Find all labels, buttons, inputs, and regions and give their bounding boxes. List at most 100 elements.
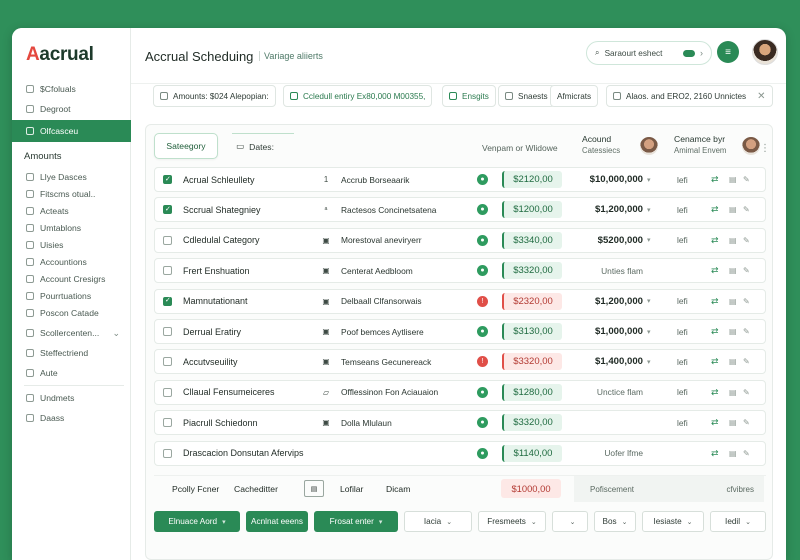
row-checkbox[interactable] — [163, 327, 172, 336]
sidebar-item[interactable]: Uisies — [26, 237, 63, 253]
search-field[interactable]: ⌕ Saraourt eshect › — [586, 41, 712, 65]
sidebar-item[interactable]: Acteats — [26, 203, 69, 219]
bottom-select[interactable]: Bos ⌄ — [594, 511, 636, 532]
doc-icon[interactable]: ▤ — [729, 350, 737, 373]
row-checkbox[interactable] — [163, 266, 172, 276]
filter-ensgits[interactable]: Ensgits — [442, 85, 496, 107]
sidebar-item-active[interactable]: Olfcasceu — [12, 120, 131, 142]
chevron-down-icon[interactable]: ▾ — [647, 168, 651, 191]
menu-button[interactable]: ≡ — [717, 41, 739, 63]
doc-icon[interactable]: ▤ — [729, 320, 737, 343]
table-row[interactable]: Acrual Schleullety 1 Accrub Borseaarik ● $21… — [154, 167, 766, 192]
row-checkbox[interactable] — [163, 296, 172, 306]
row-checkbox[interactable] — [163, 205, 172, 215]
table-row[interactable]: Accutvseuility ▣ Temseans Gecunereack! $332… — [154, 349, 766, 375]
sidebar-item-degroot[interactable]: Degroot — [26, 101, 71, 117]
sync-icon[interactable]: ⇄ — [711, 411, 719, 434]
sidebar-item-expandable[interactable]: Scollercenten... ⌄ — [26, 325, 120, 341]
more-icon[interactable]: ⋮ — [760, 143, 770, 154]
table-row[interactable]: Derrual Eratiry ▣ Poof bemces Aytlisere ● $3… — [154, 319, 766, 344]
doc-icon[interactable]: ▤ — [729, 411, 737, 434]
column-header-cename[interactable]: Cenamce byr Amimal Envem — [674, 133, 726, 157]
avatar[interactable] — [752, 39, 778, 65]
bottom-select[interactable]: Iacia ⌄ — [404, 511, 472, 532]
doc-icon[interactable]: ▤ — [729, 198, 737, 221]
edit-icon[interactable]: ✎ — [743, 259, 750, 282]
row-checkbox[interactable] — [163, 387, 172, 397]
sync-icon[interactable]: ⇄ — [711, 229, 719, 252]
sidebar-item[interactable]: Llye Dasces — [26, 169, 87, 185]
sidebar-item[interactable]: Fitscms otual.. — [26, 186, 95, 202]
bottom-button[interactable]: Elnuace Aord ▾ — [154, 511, 240, 532]
filter-date-range[interactable]: Alaos. and ERO2, 2160 Unnictes ✕ — [606, 85, 773, 107]
table-row[interactable]: Pcolly Fcner Cacheditter ▤ Lofilar Dicam… — [154, 475, 766, 502]
bottom-button[interactable]: Acnlnat eeens — [246, 511, 308, 532]
sidebar-item[interactable]: Pourrtuations — [26, 288, 91, 304]
bottom-select[interactable]: Iedil ⌄ — [710, 511, 766, 532]
sync-icon[interactable]: ⇄ — [711, 442, 719, 465]
sync-icon[interactable]: ⇄ — [711, 259, 719, 282]
table-row[interactable]: Cllaual Fensumeiceres ▱ Offlessinon Fon Ac… — [154, 379, 766, 405]
table-row[interactable]: Cdledulal Category ▣ Morestoval aneviryerr… — [154, 227, 766, 253]
bottom-select[interactable]: Iesiaste ⌄ — [642, 511, 704, 532]
page-subtitle-link[interactable]: Variage aliierts — [259, 51, 323, 61]
chevron-down-icon[interactable]: ▾ — [647, 198, 651, 221]
toggle-switch[interactable] — [683, 49, 695, 57]
edit-icon[interactable]: ✎ — [743, 411, 750, 434]
sync-icon[interactable]: ⇄ — [711, 290, 719, 313]
row-checkbox[interactable] — [163, 448, 172, 458]
filter-snaests[interactable]: Snaests — [498, 85, 555, 107]
row-checkbox[interactable] — [163, 418, 172, 428]
sync-icon[interactable]: ⇄ — [711, 320, 719, 343]
doc-icon[interactable]: ▤ — [729, 381, 737, 404]
sync-icon[interactable]: ⇄ — [711, 350, 719, 373]
sidebar-item[interactable]: Steffectriend — [26, 345, 88, 361]
tab-category[interactable]: Sateegory — [154, 133, 218, 159]
sync-icon[interactable]: ⇄ — [711, 198, 719, 221]
chevron-down-icon[interactable]: ▾ — [647, 350, 651, 373]
table-row[interactable]: Drascacion Donsutan Afervips ● $1140,00 Uof… — [154, 440, 766, 466]
doc-icon[interactable]: ▤ — [729, 259, 737, 282]
table-row[interactable]: Piacrull Schiedonn ▣ Dolla Mlulaun ● $3320,0… — [154, 410, 766, 436]
app-logo[interactable]: Aacrual — [26, 44, 94, 66]
sidebar-item[interactable]: Umtablons — [26, 220, 81, 236]
column-header-account[interactable]: Acound Catessiecs — [582, 133, 620, 157]
sync-icon[interactable]: ⇄ — [711, 168, 719, 191]
filter-amounts[interactable]: Amounts: $024 Alepopian: — [153, 85, 276, 107]
edit-icon[interactable]: ✎ — [743, 198, 750, 221]
chevron-down-icon[interactable]: ▾ — [647, 229, 651, 252]
filter-ccledull[interactable]: Ccledull entiry Ex80,000 M00355, — [283, 85, 433, 107]
table-row[interactable]: Mamnutationant ▣ Delbaall Clfansorwais! $23… — [154, 288, 766, 314]
table-row[interactable]: Frert Enshuation ▣ Centerat Aedbloom ● $3320… — [154, 258, 766, 284]
bottom-button[interactable]: Frosat enter ▾ — [314, 511, 398, 532]
edit-icon[interactable]: ✎ — [743, 442, 750, 465]
bottom-select[interactable]: Fresmeets ⌄ — [478, 511, 546, 532]
doc-icon[interactable]: ▤ — [729, 442, 737, 465]
edit-icon[interactable]: ✎ — [743, 229, 750, 252]
edit-icon[interactable]: ✎ — [743, 320, 750, 343]
sidebar-item[interactable]: Account Cresigrs — [26, 271, 105, 287]
filter-afmicrats[interactable]: Afmicrats — [550, 85, 599, 107]
sidebar-item[interactable]: Accountions — [26, 254, 87, 270]
row-checkbox[interactable] — [163, 357, 172, 367]
tab-dates[interactable]: ▭ Dates: — [232, 133, 294, 159]
edit-icon[interactable]: ✎ — [743, 168, 750, 191]
chevron-down-icon[interactable]: ▾ — [647, 320, 651, 343]
sidebar-item[interactable]: Daass — [26, 410, 64, 426]
bottom-select[interactable]: ⌄ — [552, 511, 588, 532]
doc-icon[interactable]: ▤ — [729, 290, 737, 313]
close-icon[interactable]: ✕ — [757, 91, 765, 102]
sidebar-item[interactable]: Poscon Catade — [26, 305, 99, 321]
sidebar-item-cfoluals[interactable]: $Cfoluals — [26, 81, 76, 97]
table-row[interactable]: Sccrual Shategniey ᵃ Ractesos Concinetsate… — [154, 197, 766, 223]
edit-icon[interactable]: ✎ — [743, 290, 750, 313]
edit-icon[interactable]: ✎ — [743, 381, 750, 404]
sync-icon[interactable]: ⇄ — [711, 381, 719, 404]
chevron-down-icon[interactable]: ▾ — [647, 290, 651, 313]
doc-icon[interactable]: ▤ — [729, 229, 737, 252]
doc-icon[interactable]: ▤ — [729, 168, 737, 191]
row-checkbox[interactable] — [163, 175, 172, 184]
sidebar-item[interactable]: Undmets — [26, 390, 74, 406]
edit-icon[interactable]: ✎ — [743, 350, 750, 373]
row-checkbox[interactable] — [163, 235, 172, 245]
